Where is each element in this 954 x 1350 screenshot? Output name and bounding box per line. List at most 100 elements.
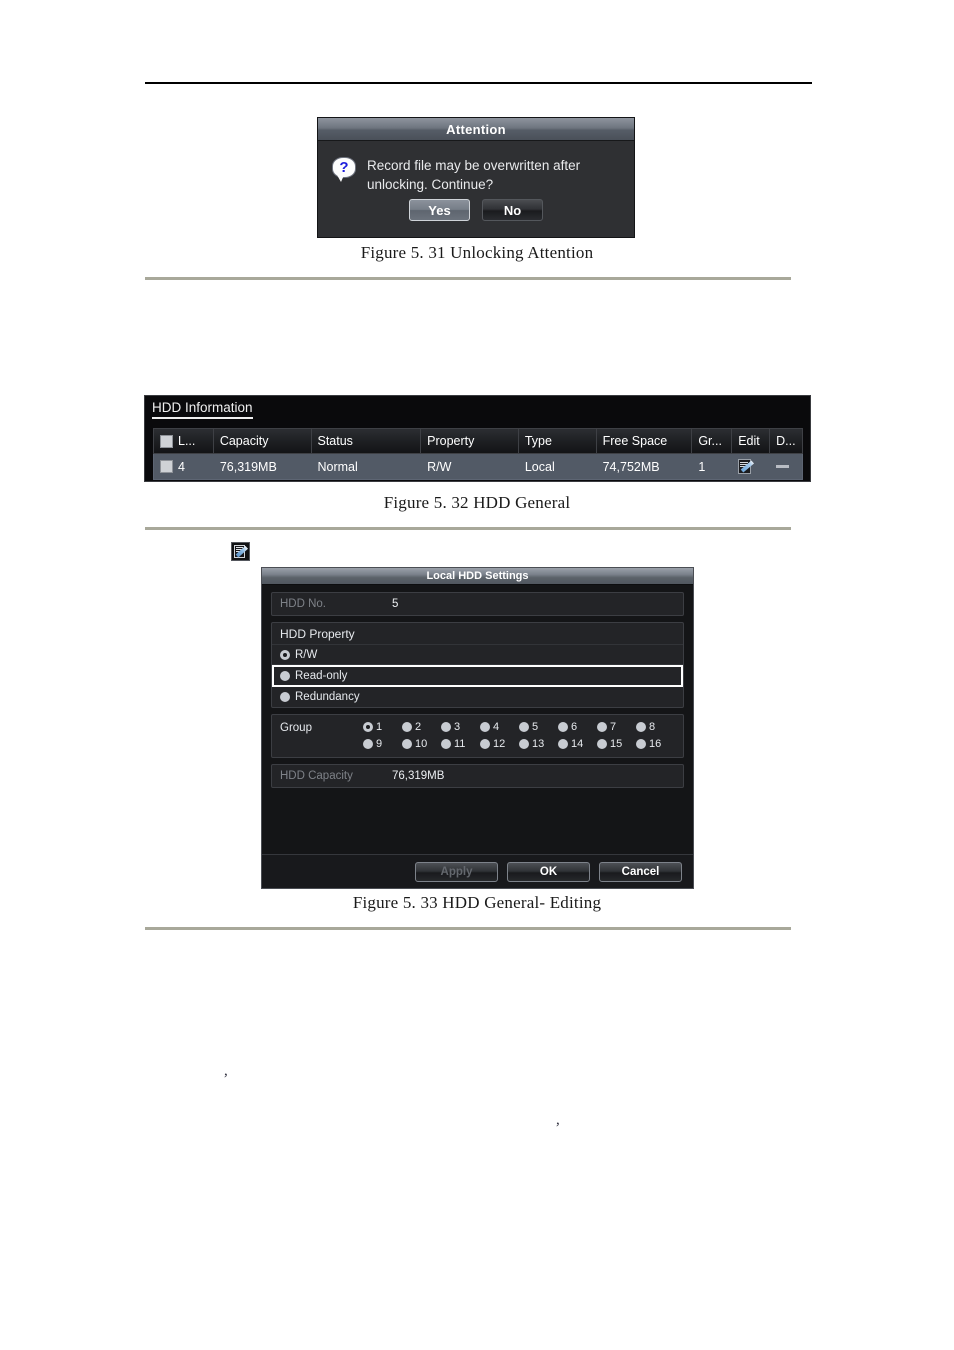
group-option-10-label: 10 xyxy=(415,738,428,750)
attention-dialog-titlebar: Attention xyxy=(318,118,634,141)
hdd-property-option-read-only[interactable]: Read-only xyxy=(272,665,683,687)
hdd-property-option-rw[interactable]: R/W xyxy=(272,645,683,665)
cell-delete[interactable] xyxy=(770,454,802,479)
group-option-10[interactable]: 10 xyxy=(402,738,441,750)
radio-icon-group-11[interactable] xyxy=(441,739,451,749)
radio-icon-read-only[interactable] xyxy=(280,671,290,681)
group-option-14[interactable]: 14 xyxy=(558,738,597,750)
row-select-cell[interactable]: 4 xyxy=(154,454,214,479)
attention-dialog-body: ? Record file may be overwritten after u… xyxy=(318,141,634,194)
radio-icon-group-4[interactable] xyxy=(480,722,490,732)
group-option-15-label: 15 xyxy=(610,738,623,750)
column-header-group[interactable]: Gr... xyxy=(692,429,733,453)
cell-free-space: 74,752MB xyxy=(602,459,660,474)
group-option-11[interactable]: 11 xyxy=(441,738,480,750)
radio-icon-group-10[interactable] xyxy=(402,739,412,749)
hdd-capacity-label: HDD Capacity xyxy=(280,770,353,782)
group-option-3[interactable]: 3 xyxy=(441,721,480,733)
group-option-4[interactable]: 4 xyxy=(480,721,519,733)
group-option-2-label: 2 xyxy=(415,721,422,733)
group-option-4-label: 4 xyxy=(493,721,500,733)
ok-button[interactable]: OK xyxy=(507,861,590,882)
local-hdd-settings-titlebar: Local HDD Settings xyxy=(262,568,693,585)
group-option-14-label: 14 xyxy=(571,738,584,750)
group-option-8[interactable]: 8 xyxy=(636,721,675,733)
figure-caption-5-32: Figure 5. 32 HDD General xyxy=(383,493,571,512)
radio-icon-group-9[interactable] xyxy=(363,739,373,749)
radio-icon-group-1[interactable] xyxy=(363,722,373,732)
group-option-1[interactable]: 1 xyxy=(363,721,402,733)
hdd-capacity-field-group: HDD Capacity 76,319MB xyxy=(271,764,684,788)
group-option-2[interactable]: 2 xyxy=(402,721,441,733)
radio-icon-group-14[interactable] xyxy=(558,739,568,749)
local-hdd-settings-body: HDD No. 5 HDD Property R/W Read-only Red… xyxy=(262,585,693,856)
radio-icon-group-13[interactable] xyxy=(519,739,529,749)
edit-pencil-icon[interactable] xyxy=(231,542,250,561)
yes-button[interactable]: Yes xyxy=(409,199,470,221)
hdd-no-label: HDD No. xyxy=(280,598,327,610)
no-button[interactable]: No xyxy=(482,199,543,221)
radio-icon-group-7[interactable] xyxy=(597,722,607,732)
cell-capacity: 76,319MB xyxy=(219,459,277,474)
group-option-15[interactable]: 15 xyxy=(597,738,636,750)
hdd-information-title: HDD Information xyxy=(152,400,253,419)
group-radio-row-2: 9 10 11 12 13 14 15 16 xyxy=(363,738,675,750)
local-hdd-settings-footer: Apply OK Cancel xyxy=(262,854,693,888)
column-header-capacity[interactable]: Capacity xyxy=(214,429,312,453)
radio-icon-group-8[interactable] xyxy=(636,722,646,732)
group-option-7-label: 7 xyxy=(610,721,617,733)
hdd-property-option-redundancy[interactable]: Redundancy xyxy=(272,687,683,707)
section-rule-3 xyxy=(145,927,791,930)
group-option-13[interactable]: 13 xyxy=(519,738,558,750)
dash-icon[interactable] xyxy=(776,465,790,468)
column-header-delete[interactable]: D... xyxy=(770,429,802,453)
radio-icon-group-12[interactable] xyxy=(480,739,490,749)
question-bubble-icon: ? xyxy=(332,157,358,183)
cell-edit[interactable] xyxy=(732,454,770,479)
cell-property: R/W xyxy=(427,459,452,474)
group-option-5-label: 5 xyxy=(532,721,539,733)
local-hdd-settings-dialog: Local HDD Settings HDD No. 5 HDD Propert… xyxy=(261,567,694,889)
group-option-6[interactable]: 6 xyxy=(558,721,597,733)
group-option-9[interactable]: 9 xyxy=(363,738,402,750)
group-option-5[interactable]: 5 xyxy=(519,721,558,733)
cancel-button[interactable]: Cancel xyxy=(599,861,682,882)
radio-icon-group-2[interactable] xyxy=(402,722,412,732)
group-option-16[interactable]: 16 xyxy=(636,738,675,750)
row-label: 4 xyxy=(178,459,185,474)
column-header-label-text: L... xyxy=(178,434,196,448)
stray-comma-right: , xyxy=(556,1112,560,1128)
radio-icon-group-3[interactable] xyxy=(441,722,451,732)
edit-pencil-icon[interactable] xyxy=(738,458,755,475)
table-row[interactable]: 4 76,319MB Normal R/W Local 74,752MB 1 xyxy=(153,454,803,480)
group-option-3-label: 3 xyxy=(454,721,461,733)
radio-icon-group-15[interactable] xyxy=(597,739,607,749)
group-option-11-label: 11 xyxy=(454,738,466,750)
page-header-rule xyxy=(145,82,812,84)
column-header-edit[interactable]: Edit xyxy=(732,429,771,453)
radio-icon-redundancy[interactable] xyxy=(280,692,290,702)
radio-icon-group-5[interactable] xyxy=(519,722,529,732)
hdd-no-value: 5 xyxy=(392,598,399,610)
radio-icon-group-16[interactable] xyxy=(636,739,646,749)
column-header-type[interactable]: Type xyxy=(519,429,597,453)
select-all-checkbox[interactable] xyxy=(160,434,173,448)
apply-button[interactable]: Apply xyxy=(415,861,498,882)
group-option-12[interactable]: 12 xyxy=(480,738,519,750)
column-header-status[interactable]: Status xyxy=(312,429,422,453)
column-header-free-space[interactable]: Free Space xyxy=(597,429,693,453)
group-option-7[interactable]: 7 xyxy=(597,721,636,733)
stray-comma-left: , xyxy=(224,1063,228,1079)
radio-icon-rw[interactable] xyxy=(280,649,290,660)
column-header-label[interactable]: L... xyxy=(154,429,214,453)
row-checkbox[interactable] xyxy=(160,460,173,473)
column-header-property[interactable]: Property xyxy=(421,429,519,453)
group-option-9-label: 9 xyxy=(376,738,383,750)
table-header-row: L... Capacity Status Property Type Free … xyxy=(153,428,803,454)
hdd-information-table: L... Capacity Status Property Type Free … xyxy=(153,428,803,480)
section-rule-1 xyxy=(145,277,791,280)
group-option-6-label: 6 xyxy=(571,721,578,733)
cell-type: Local xyxy=(524,459,555,474)
radio-icon-group-6[interactable] xyxy=(558,722,568,732)
attention-dialog-title: Attention xyxy=(446,121,506,137)
